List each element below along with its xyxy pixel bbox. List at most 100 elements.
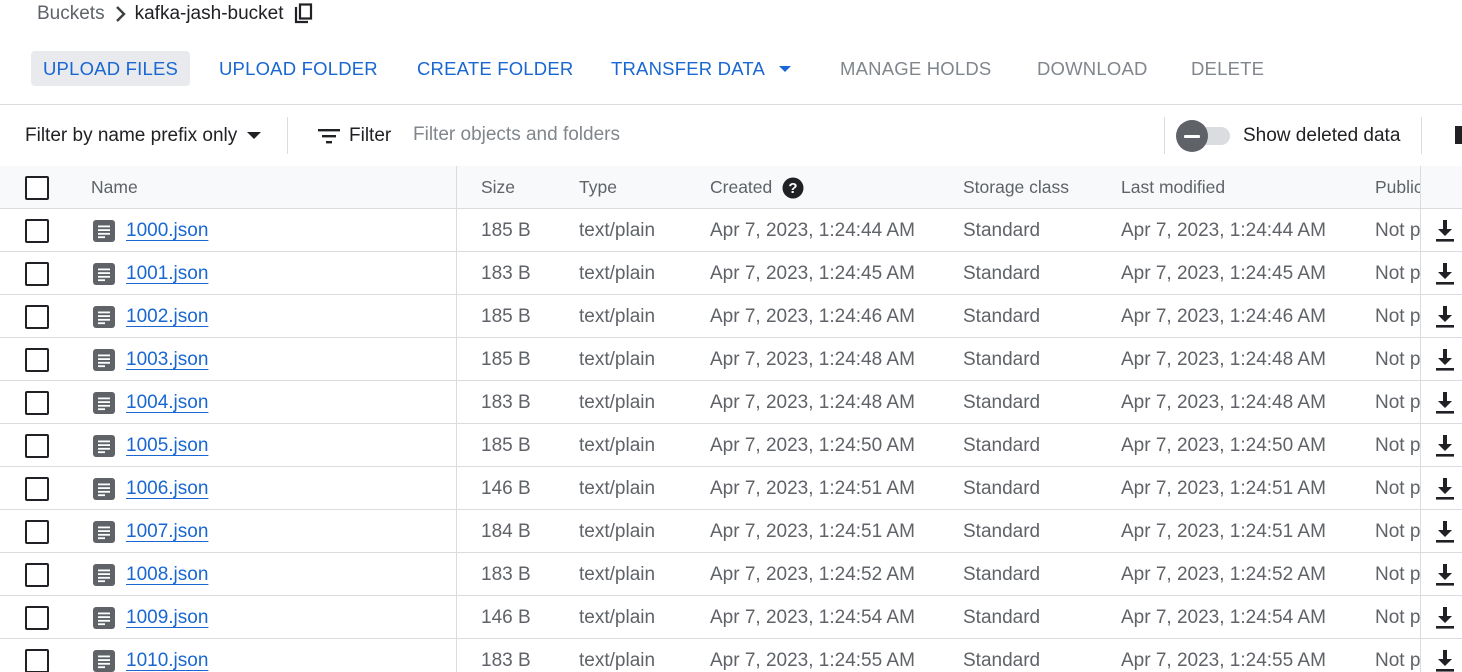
file-icon xyxy=(93,564,115,586)
header-storage-class[interactable]: Storage class xyxy=(963,166,1069,209)
table-row[interactable]: 1003.json 185 B text/plain Apr 7, 2023, … xyxy=(0,338,1462,381)
file-public-access: Not public xyxy=(1375,262,1420,284)
header-size[interactable]: Size xyxy=(481,166,515,209)
download-icon[interactable] xyxy=(1434,391,1456,415)
file-storage-class: Standard xyxy=(963,391,1041,413)
row-checkbox[interactable] xyxy=(25,348,49,372)
file-type: text/plain xyxy=(579,391,656,413)
select-all-checkbox[interactable] xyxy=(25,176,49,200)
table-row[interactable]: 1001.json 183 B text/plain Apr 7, 2023, … xyxy=(0,252,1462,295)
download-icon[interactable] xyxy=(1434,563,1456,587)
table-row[interactable]: 1006.json 146 B text/plain Apr 7, 2023, … xyxy=(0,467,1462,510)
create-folder-button[interactable]: CREATE FOLDER xyxy=(417,51,573,86)
file-last-modified: Apr 7, 2023, 1:24:51 AM xyxy=(1121,520,1326,542)
download-icon[interactable] xyxy=(1434,649,1456,672)
file-storage-class: Standard xyxy=(963,262,1041,284)
header-created[interactable]: Created ? xyxy=(710,166,804,209)
row-checkbox[interactable] xyxy=(25,219,49,243)
filter-right-divider xyxy=(1421,117,1422,154)
file-type: text/plain xyxy=(579,262,656,284)
help-icon[interactable]: ? xyxy=(782,177,804,199)
filter-prefix-dropdown[interactable]: Filter by name prefix only xyxy=(25,106,262,165)
delete-button[interactable]: DELETE xyxy=(1191,51,1264,86)
download-icon[interactable] xyxy=(1434,606,1456,630)
bucket-name: kafka-jash-bucket xyxy=(134,3,284,24)
file-storage-class: Standard xyxy=(963,649,1041,671)
table-header: Name Size Type Created ? Storage class L… xyxy=(0,166,1462,209)
table-row[interactable]: 1005.json 185 B text/plain Apr 7, 2023, … xyxy=(0,424,1462,467)
file-icon xyxy=(93,220,115,242)
file-created: Apr 7, 2023, 1:24:48 AM xyxy=(710,348,915,370)
file-name-link[interactable]: 1008.json xyxy=(126,564,208,586)
file-icon xyxy=(93,263,115,285)
row-checkbox[interactable] xyxy=(25,606,49,630)
file-name-link[interactable]: 1010.json xyxy=(126,650,208,672)
file-created: Apr 7, 2023, 1:24:48 AM xyxy=(710,391,915,413)
manage-holds-button[interactable]: MANAGE HOLDS xyxy=(840,51,991,86)
file-public-access: Not public xyxy=(1375,305,1420,327)
row-checkbox[interactable] xyxy=(25,477,49,501)
file-name-link[interactable]: 1002.json xyxy=(126,306,208,328)
file-icon xyxy=(93,607,115,629)
file-name-link[interactable]: 1006.json xyxy=(126,478,208,500)
row-checkbox[interactable] xyxy=(25,649,49,672)
file-name-link[interactable]: 1005.json xyxy=(126,435,208,457)
file-name-link[interactable]: 1000.json xyxy=(126,220,208,242)
table-row[interactable]: 1002.json 185 B text/plain Apr 7, 2023, … xyxy=(0,295,1462,338)
file-icon xyxy=(93,478,115,500)
file-last-modified: Apr 7, 2023, 1:24:51 AM xyxy=(1121,477,1326,499)
table-row[interactable]: 1000.json 185 B text/plain Apr 7, 2023, … xyxy=(0,209,1462,252)
upload-folder-button[interactable]: UPLOAD FOLDER xyxy=(219,51,378,86)
filter-button[interactable]: Filter xyxy=(318,106,391,165)
header-last-modified[interactable]: Last modified xyxy=(1121,166,1225,209)
row-checkbox[interactable] xyxy=(25,391,49,415)
toolbar-divider xyxy=(0,104,1462,105)
file-type: text/plain xyxy=(579,520,656,542)
table-row[interactable]: 1009.json 146 B text/plain Apr 7, 2023, … xyxy=(0,596,1462,639)
row-checkbox[interactable] xyxy=(25,305,49,329)
file-size: 146 B xyxy=(481,477,531,499)
download-icon[interactable] xyxy=(1434,219,1456,243)
file-type: text/plain xyxy=(579,606,656,628)
download-icon[interactable] xyxy=(1434,305,1456,329)
row-checkbox[interactable] xyxy=(25,520,49,544)
file-name-link[interactable]: 1001.json xyxy=(126,263,208,285)
table-row[interactable]: 1008.json 183 B text/plain Apr 7, 2023, … xyxy=(0,553,1462,596)
caret-down-icon xyxy=(779,65,792,73)
file-created: Apr 7, 2023, 1:24:51 AM xyxy=(710,477,915,499)
table-row[interactable]: 1007.json 184 B text/plain Apr 7, 2023, … xyxy=(0,510,1462,553)
file-name-link[interactable]: 1003.json xyxy=(126,349,208,371)
file-name-link[interactable]: 1004.json xyxy=(126,392,208,414)
show-deleted-toggle[interactable] xyxy=(1176,120,1232,152)
header-type[interactable]: Type xyxy=(579,166,617,209)
download-icon[interactable] xyxy=(1434,434,1456,458)
file-size: 184 B xyxy=(481,520,531,542)
file-name-link[interactable]: 1007.json xyxy=(126,521,208,543)
filter-objects-input[interactable] xyxy=(413,120,1113,150)
table-row[interactable]: 1010.json 183 B text/plain Apr 7, 2023, … xyxy=(0,639,1462,672)
file-name-link[interactable]: 1009.json xyxy=(126,607,208,629)
file-public-access: Not public xyxy=(1375,606,1420,628)
column-settings-icon[interactable] xyxy=(1455,126,1462,144)
row-checkbox[interactable] xyxy=(25,563,49,587)
breadcrumb-buckets-link[interactable]: Buckets xyxy=(37,3,105,25)
download-icon[interactable] xyxy=(1434,262,1456,286)
row-checkbox[interactable] xyxy=(25,434,49,458)
header-created-label: Created xyxy=(710,177,773,197)
row-checkbox[interactable] xyxy=(25,262,49,286)
transfer-data-button[interactable]: TRANSFER DATA xyxy=(611,51,792,86)
copy-icon[interactable] xyxy=(294,3,314,25)
file-type: text/plain xyxy=(579,477,656,499)
download-icon[interactable] xyxy=(1434,520,1456,544)
upload-files-button[interactable]: UPLOAD FILES xyxy=(31,51,191,86)
download-button[interactable]: DOWNLOAD xyxy=(1037,51,1148,86)
header-public-access[interactable]: Public access xyxy=(1375,166,1420,209)
file-type: text/plain xyxy=(579,563,656,585)
header-public-label: Public access xyxy=(1375,177,1420,197)
table-row[interactable]: 1004.json 183 B text/plain Apr 7, 2023, … xyxy=(0,381,1462,424)
file-size: 185 B xyxy=(481,434,531,456)
file-created: Apr 7, 2023, 1:24:44 AM xyxy=(710,219,915,241)
header-name[interactable]: Name xyxy=(91,166,138,209)
download-icon[interactable] xyxy=(1434,477,1456,501)
download-icon[interactable] xyxy=(1434,348,1456,372)
